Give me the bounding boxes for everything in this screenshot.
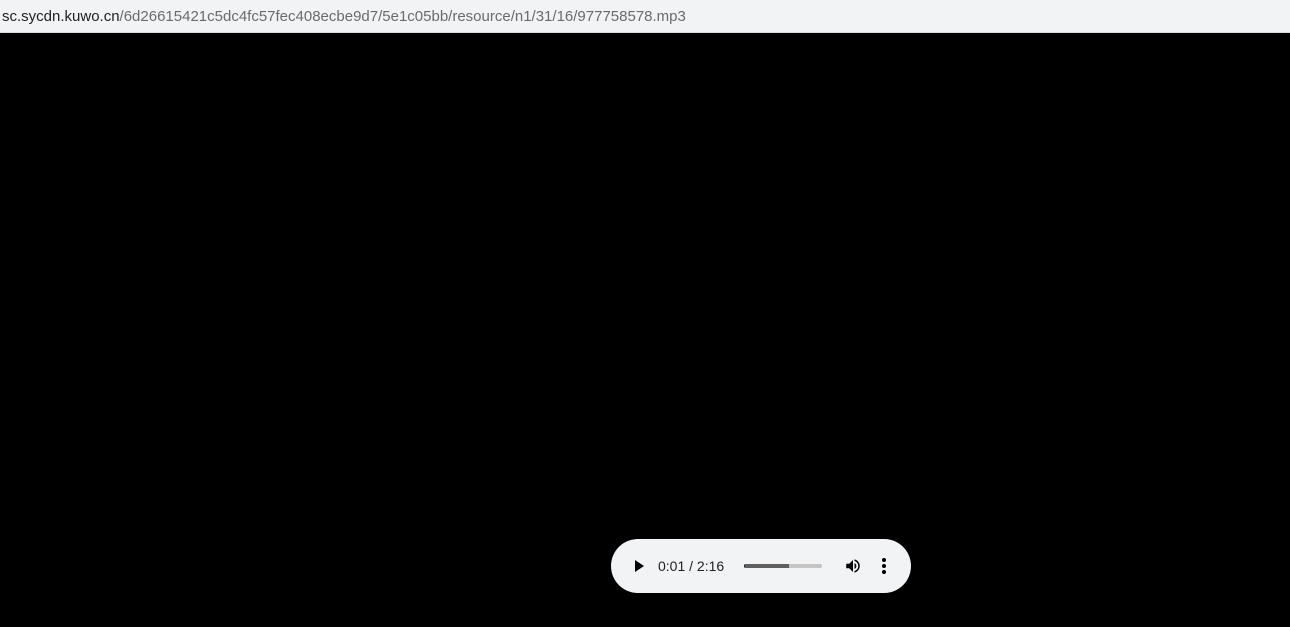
url-host: sc.sycdn.kuwo.cn xyxy=(2,7,120,25)
more-options-button[interactable] xyxy=(874,554,894,578)
seek-progress xyxy=(744,564,745,568)
play-button[interactable] xyxy=(627,554,651,578)
address-bar[interactable]: sc.sycdn.kuwo.cn/6d26615421c5dc4fc57fec4… xyxy=(0,0,1290,33)
audio-player: 0:01 / 2:16 xyxy=(611,539,911,593)
duration: 2:16 xyxy=(696,558,725,574)
seek-buffered xyxy=(744,564,789,568)
time-separator: / xyxy=(685,558,697,574)
url-path: /6d26615421c5dc4fc57fec408ecbe9d7/5e1c05… xyxy=(119,7,686,25)
more-vertical-icon xyxy=(882,558,886,574)
play-icon xyxy=(635,560,644,572)
current-time: 0:01 xyxy=(658,558,686,574)
seek-slider[interactable] xyxy=(744,561,822,571)
volume-icon xyxy=(846,559,860,573)
time-display: 0:01 / 2:16 xyxy=(658,558,724,574)
volume-button[interactable] xyxy=(841,554,865,578)
seek-track xyxy=(744,564,822,568)
